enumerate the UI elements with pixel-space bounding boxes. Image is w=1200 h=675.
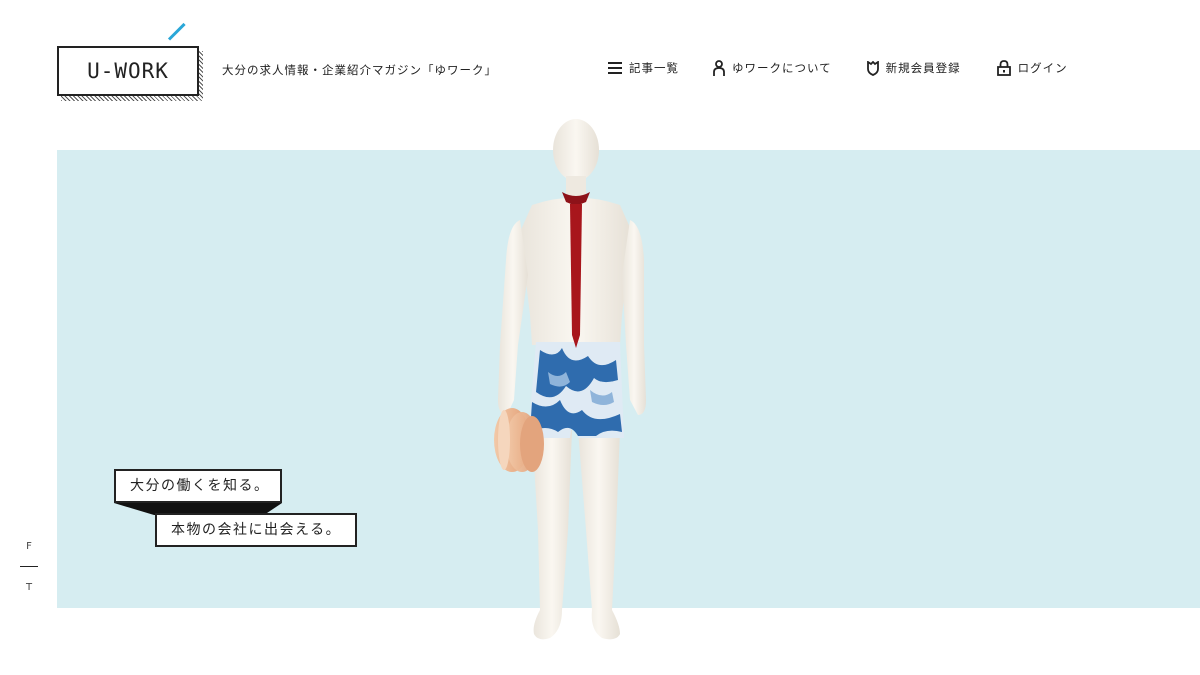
logo-accent-line (167, 22, 186, 41)
nav-login[interactable]: ログイン (996, 60, 1068, 76)
nav-articles[interactable]: 記事一覧 (608, 60, 679, 76)
nav-about[interactable]: ゆワークについて (713, 60, 832, 76)
logo-box: U-WORK (57, 46, 199, 96)
nav-login-label: ログイン (1017, 61, 1068, 75)
lock-icon (996, 60, 1011, 76)
shield-icon (866, 60, 879, 76)
nav-register-label: 新規会員登録 (885, 61, 961, 75)
share-divider (20, 566, 38, 567)
catch-line-2: 本物の会社に出会える。 (155, 513, 357, 547)
nav-about-label: ゆワークについて (732, 61, 832, 75)
main-nav: 記事一覧 ゆワークについて 新規会員登録 ログイン (608, 60, 1068, 76)
catch-line-1: 大分の働くを知る。 (114, 469, 282, 503)
person-icon (713, 60, 725, 76)
site-logo[interactable]: U-WORK (57, 22, 203, 101)
site-tagline: 大分の求人情報・企業紹介マガジン「ゆワーク」 (222, 63, 497, 77)
facebook-share-link[interactable]: F (24, 541, 34, 552)
list-icon (608, 62, 622, 74)
nav-articles-label: 記事一覧 (629, 61, 679, 75)
nav-register[interactable]: 新規会員登録 (866, 60, 961, 76)
mannequin-figure (494, 119, 646, 640)
logo-text: U-WORK (87, 59, 169, 83)
twitter-share-link[interactable]: T (24, 582, 34, 593)
